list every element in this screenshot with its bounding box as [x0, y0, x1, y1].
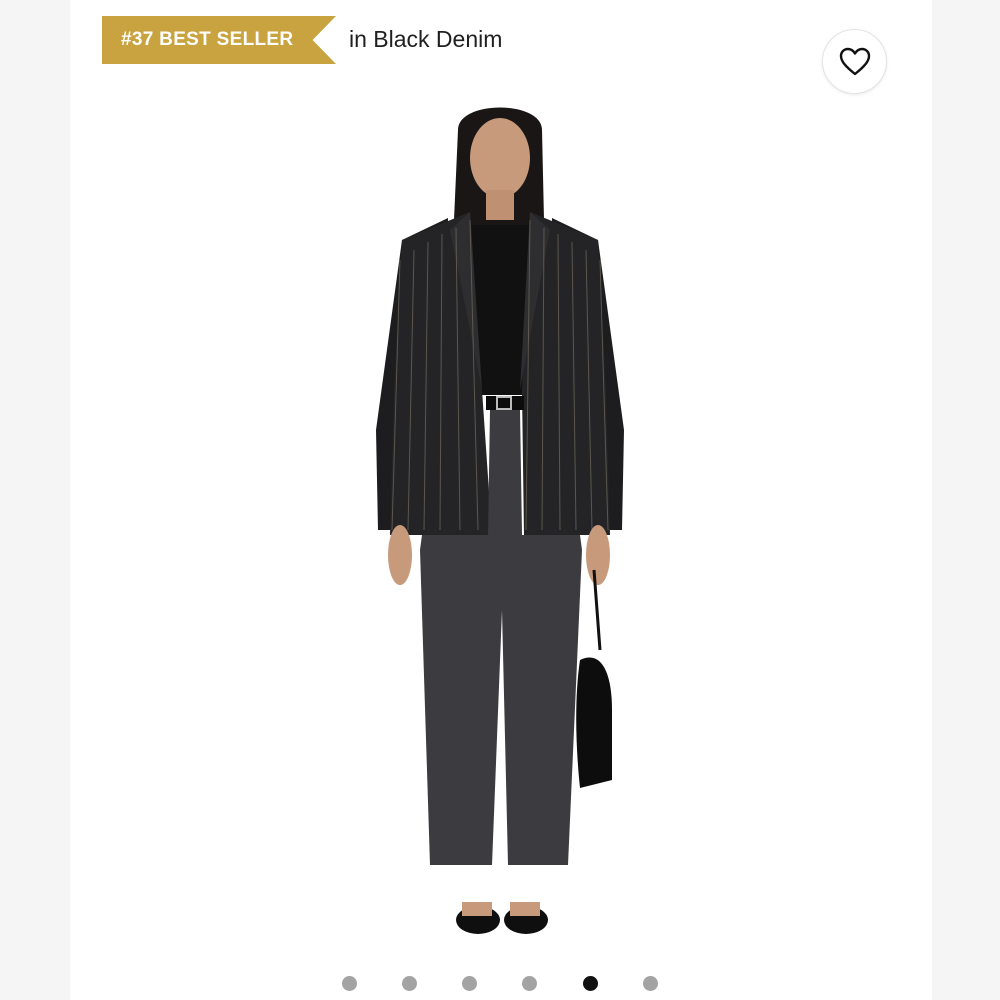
- heart-icon: [839, 47, 870, 75]
- left-gutter: [0, 0, 70, 1000]
- carousel-dot-active[interactable]: [583, 976, 598, 991]
- product-photo[interactable]: [330, 90, 670, 960]
- favorite-button[interactable]: [822, 29, 887, 94]
- carousel-dots: [0, 976, 1000, 992]
- carousel-dot[interactable]: [402, 976, 417, 991]
- color-variant-label: in Black Denim: [349, 26, 503, 52]
- carousel-dot[interactable]: [522, 976, 537, 991]
- product-gallery: #37 BEST SELLER in Black Denim: [0, 0, 1000, 1000]
- carousel-dot[interactable]: [342, 976, 357, 991]
- right-gutter: [932, 0, 1000, 1000]
- carousel-dot[interactable]: [643, 976, 658, 991]
- carousel-dot[interactable]: [462, 976, 477, 991]
- best-seller-badge: #37 BEST SELLER: [102, 16, 336, 64]
